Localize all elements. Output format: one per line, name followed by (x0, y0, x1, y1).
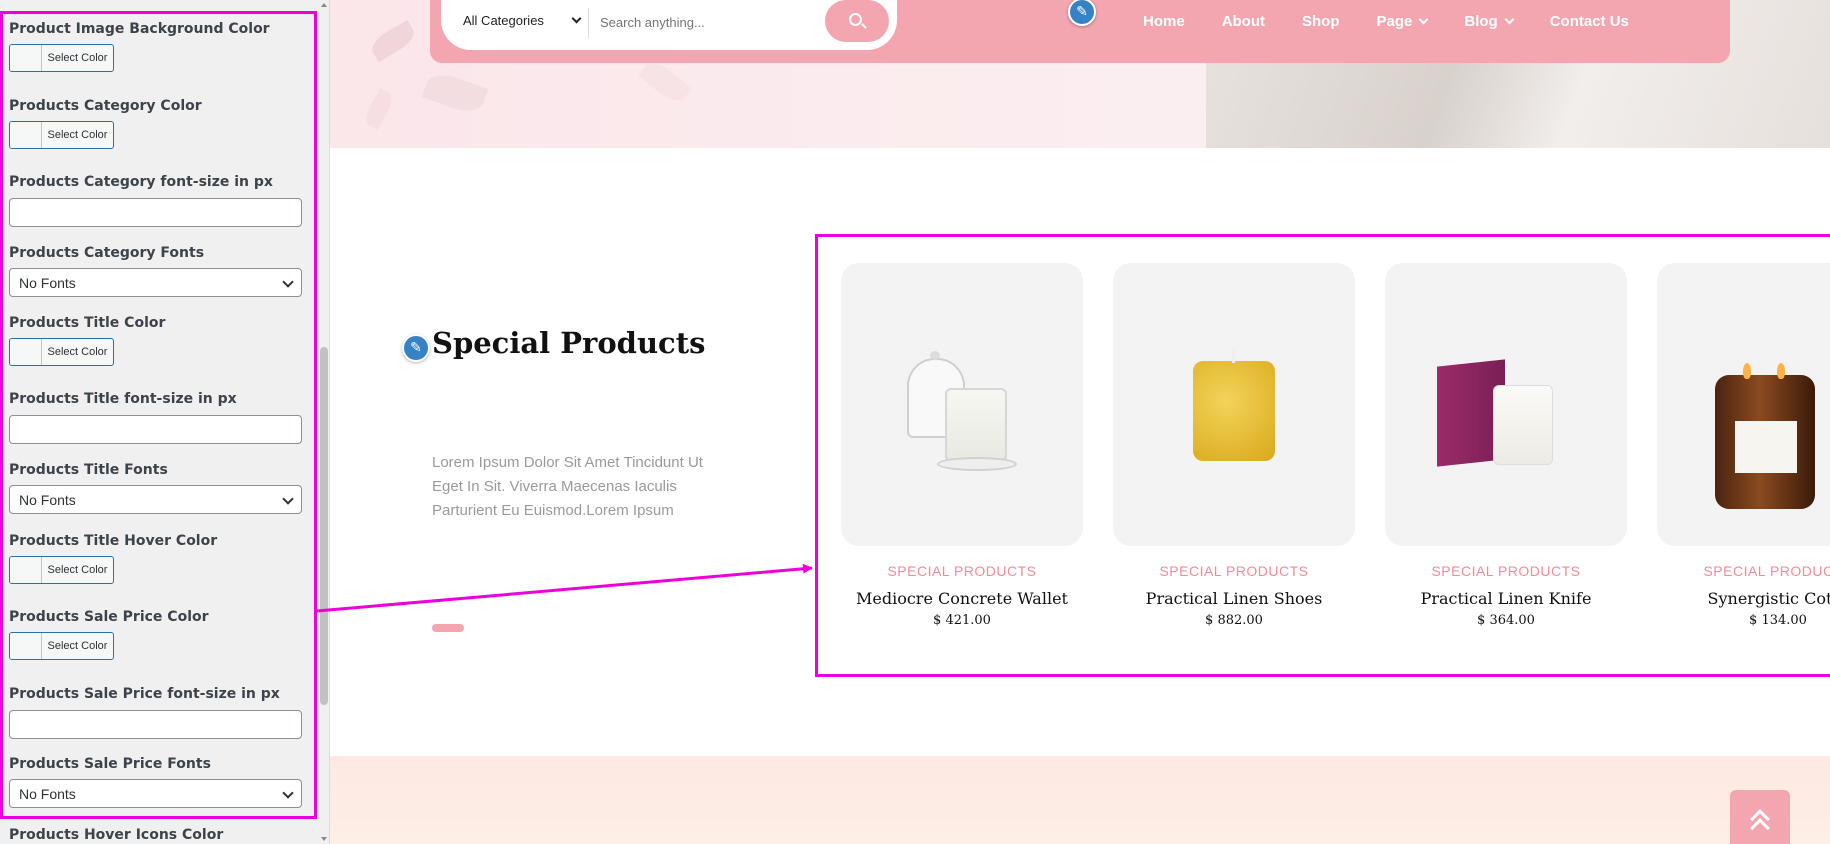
control-color: Products Title Hover Color Select Color (9, 532, 302, 584)
decorative-leaf (638, 56, 692, 108)
search-icon-handle (861, 23, 867, 29)
header-bar: All Categories ✎ (430, 0, 1730, 63)
nav-item-label: Blog (1464, 12, 1498, 30)
nav-item-home[interactable]: Home (1143, 13, 1185, 30)
color-swatch (10, 557, 42, 583)
category-select[interactable]: All Categories (463, 13, 544, 28)
control-select: Products Title Fonts No Fonts (9, 461, 302, 514)
decorative-leaf (367, 19, 419, 63)
nav-item-label: Shop (1302, 12, 1340, 30)
control-color: Products Sale Price Color Select Color (9, 608, 302, 660)
select-color-button[interactable]: Select Color (9, 632, 114, 660)
control-label: Products Title Hover Color (9, 533, 218, 549)
section-title: Special Products (432, 326, 706, 360)
nav-item-contact-us[interactable]: Contact Us (1550, 13, 1629, 30)
control-label: Products Hover Icons Color (9, 827, 224, 843)
decorative-leaf (421, 68, 489, 118)
chevron-down-icon (282, 787, 294, 799)
control-label: Products Category Color (9, 98, 202, 114)
scroll-thumb[interactable] (320, 347, 328, 705)
scroll-down-arrow-icon[interactable] (321, 837, 327, 841)
control-color: Products Title Color Select Color (9, 314, 302, 366)
chevron-down-icon (282, 493, 294, 505)
control-label: Products Category font-size in px (9, 174, 273, 190)
slider-pager-dot[interactable] (432, 624, 464, 632)
edit-pencil-icon[interactable]: ✎ (402, 334, 430, 362)
nav-item-label: About (1221, 12, 1266, 30)
font-select[interactable]: No Fonts (9, 485, 302, 514)
customizer-controls: Product Image Background Color Select Col… (0, 0, 318, 844)
nav-item-blog[interactable]: Blog (1464, 12, 1515, 30)
control-label: Products Category Fonts (9, 245, 205, 261)
font-select-value: No Fonts (19, 491, 76, 508)
edit-pencil-icon[interactable]: ✎ (1068, 0, 1096, 26)
color-swatch (10, 122, 42, 148)
scroll-up-arrow-icon[interactable] (321, 3, 327, 7)
font-select-value: No Fonts (19, 785, 76, 802)
control-label: Products Sale Price font-size in px (9, 686, 280, 702)
chevron-down-icon (1504, 14, 1515, 24)
panel-scrollbar[interactable] (318, 0, 329, 844)
control-label: Products Title Fonts (9, 462, 168, 478)
control-text: Products Title font-size in px (9, 390, 302, 444)
color-swatch (10, 45, 42, 71)
select-color-label: Select Color (47, 346, 108, 358)
nav-item-label: Contact Us (1549, 12, 1629, 30)
chevron-down-icon (571, 13, 582, 24)
select-color-label: Select Color (47, 640, 108, 652)
font-select-value: No Fonts (19, 274, 76, 291)
select-color-label: Select Color (47, 129, 108, 141)
select-color-button[interactable]: Select Color (9, 121, 114, 149)
main-nav: Home About Shop Page Blog Contact Us (1143, 11, 1666, 31)
control-label: Products Title font-size in px (9, 391, 237, 407)
search-input[interactable] (600, 12, 800, 32)
select-color-label: Select Color (47, 52, 108, 64)
chevron-down-icon (1418, 14, 1429, 24)
select-color-button[interactable]: Select Color (9, 338, 114, 366)
products-highlight-frame (815, 234, 1830, 677)
nav-item-shop[interactable]: Shop (1302, 13, 1340, 30)
control-select: Products Sale Price Fonts No Fonts (9, 755, 302, 808)
control-color: Product Image Background Color Select Col… (9, 20, 302, 72)
color-swatch (10, 339, 42, 365)
control-label: Products Sale Price Color (9, 609, 209, 625)
site-preview: All Categories ✎ Home About Shop Page Blog Co… (330, 0, 1830, 844)
search-box: All Categories (445, 0, 893, 46)
nav-item-about[interactable]: About (1222, 13, 1265, 30)
nav-item-page[interactable]: Page (1376, 12, 1429, 30)
color-swatch (10, 633, 42, 659)
section-description: Lorem Ipsum Dolor Sit Amet Tincidunt Ut … (432, 454, 703, 519)
control-color: Products Category Color Select Color (9, 97, 302, 149)
control-text: Products Sale Price font-size in px (9, 685, 302, 739)
nav-item-label: Page (1376, 12, 1413, 30)
control-label: Products Title Color (9, 315, 166, 331)
control-label: Products Sale Price Fonts (9, 756, 211, 772)
nav-item-label: Home (1143, 12, 1185, 30)
font-size-input[interactable] (9, 710, 302, 739)
scroll-to-top-button[interactable] (1730, 790, 1790, 844)
control-select: Products Category Fonts No Fonts (9, 244, 302, 297)
control-label: Product Image Background Color (9, 21, 270, 37)
decorative-leaf (361, 88, 397, 130)
search-divider (588, 8, 589, 38)
search-button[interactable] (825, 0, 889, 42)
select-color-button[interactable]: Select Color (9, 556, 114, 584)
control-text: Products Category font-size in px (9, 173, 302, 227)
control-label: Products Hover Icons Color (9, 826, 302, 844)
select-color-label: Select Color (47, 564, 108, 576)
chevron-down-icon (282, 276, 294, 288)
font-select[interactable]: No Fonts (9, 779, 302, 808)
customizer-panel: Product Image Background Color Select Col… (0, 0, 330, 844)
font-select[interactable]: No Fonts (9, 268, 302, 297)
font-size-input[interactable] (9, 415, 302, 444)
font-size-input[interactable] (9, 198, 302, 227)
next-section-band (330, 756, 1830, 844)
select-color-button[interactable]: Select Color (9, 44, 114, 72)
